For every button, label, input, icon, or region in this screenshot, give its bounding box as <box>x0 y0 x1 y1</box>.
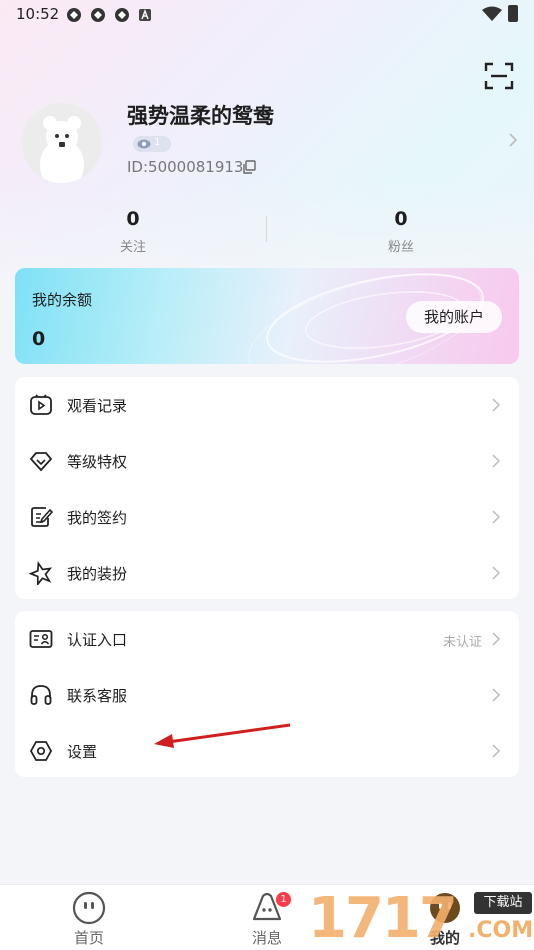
level-number: 1 <box>154 137 161 148</box>
menu-label: 联系客服 <box>67 687 128 705</box>
balance-title: 我的余额 <box>32 291 93 309</box>
menu-item-customer-service[interactable]: 联系客服 <box>15 667 519 723</box>
diamond-icon <box>29 452 53 472</box>
a-box-icon <box>138 7 154 23</box>
following-stat[interactable]: 0 关注 <box>83 208 183 255</box>
copy-icon[interactable] <box>242 160 256 174</box>
menu-item-my-contract[interactable]: 我的签约 <box>15 489 519 545</box>
menu-card-secondary: 认证入口 未认证 联系客服 设置 <box>15 611 519 777</box>
menu-item-watch-history[interactable]: 观看记录 <box>15 377 519 433</box>
tab-messages[interactable]: 1 消息 <box>222 885 312 950</box>
level-badge: 1 <box>133 136 171 152</box>
verification-status: 未认证 <box>443 635 483 650</box>
wifi-icon <box>482 6 502 21</box>
tab-home[interactable]: 首页 <box>44 885 134 950</box>
avatar[interactable] <box>22 103 102 183</box>
app-notification-icon <box>66 7 82 23</box>
followers-count: 0 <box>394 208 408 230</box>
menu-label: 我的签约 <box>67 509 128 527</box>
balance-card: 我的余额 0 我的账户 <box>15 268 519 364</box>
status-bar: 10:52 <box>0 0 534 30</box>
chevron-right-icon <box>492 454 500 468</box>
app-notification-icon <box>114 7 130 23</box>
user-id: ID:5000081913 <box>127 158 244 176</box>
balance-amount: 0 <box>32 328 46 350</box>
following-count: 0 <box>126 208 140 230</box>
menu-item-verification[interactable]: 认证入口 未认证 <box>15 611 519 667</box>
menu-item-level-privileges[interactable]: 等级特权 <box>15 433 519 489</box>
status-time: 10:52 <box>16 5 60 23</box>
menu-label: 观看记录 <box>67 397 128 415</box>
followers-stat[interactable]: 0 粉丝 <box>351 208 451 255</box>
menu-card-primary: 观看记录 等级特权 我的签约 我的装扮 <box>15 377 519 599</box>
menu-label: 我的装扮 <box>67 565 128 583</box>
battery-icon <box>508 5 518 22</box>
headset-icon <box>30 685 52 705</box>
id-card-icon <box>29 630 53 648</box>
play-history-icon <box>30 394 52 415</box>
menu-label: 认证入口 <box>67 631 128 649</box>
settings-hexagon-icon <box>29 741 53 761</box>
chevron-right-icon <box>492 398 500 412</box>
chevron-right-icon <box>492 744 500 758</box>
menu-label: 设置 <box>67 743 98 761</box>
followers-label: 粉丝 <box>387 240 414 255</box>
chevron-right-icon <box>492 510 500 524</box>
username: 强势温柔的鸳鸯 <box>127 104 274 128</box>
site-watermark: 1717 下载站 .COM <box>308 888 534 950</box>
message-badge: 1 <box>276 892 291 907</box>
menu-item-my-outfit[interactable]: 我的装扮 <box>15 545 519 601</box>
chevron-right-icon[interactable] <box>508 132 518 148</box>
sparkle-star-icon <box>29 561 53 585</box>
watermark-text: 下载站 <box>474 892 532 914</box>
chevron-right-icon <box>492 688 500 702</box>
annotation-arrow <box>154 723 291 748</box>
home-face-icon <box>72 891 106 925</box>
eye-level-icon <box>137 139 151 149</box>
notification-icons <box>66 7 154 23</box>
scan-icon[interactable] <box>484 62 514 90</box>
watermark-domain: .COM <box>468 918 534 943</box>
menu-label: 等级特权 <box>67 453 128 471</box>
app-notification-icon <box>90 7 106 23</box>
chevron-right-icon <box>492 632 500 646</box>
my-account-button[interactable]: 我的账户 <box>406 301 502 333</box>
chevron-right-icon <box>492 566 500 580</box>
stat-divider <box>266 216 267 242</box>
following-label: 关注 <box>119 240 146 255</box>
tab-label: 消息 <box>251 929 282 947</box>
tab-label: 首页 <box>73 929 104 947</box>
edit-document-icon <box>31 507 53 527</box>
watermark-digits: 1717 <box>308 886 458 950</box>
